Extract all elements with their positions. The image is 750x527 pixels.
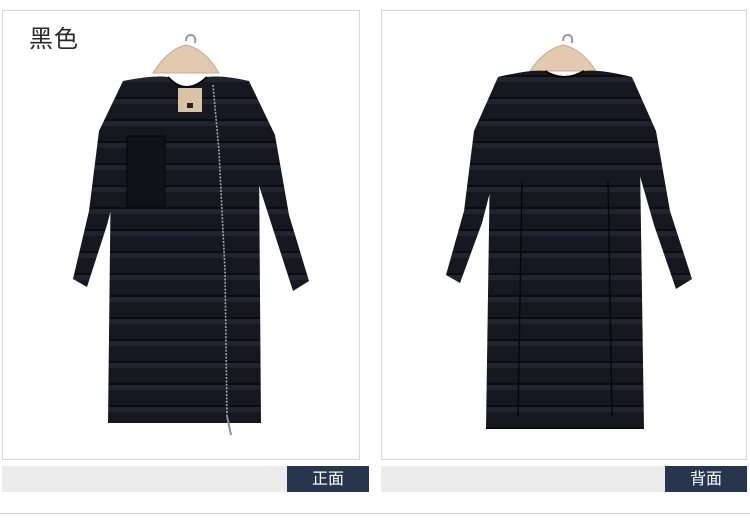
hanger-hook xyxy=(562,33,574,44)
back-view-label: 背面 xyxy=(665,466,747,492)
back-view-panel xyxy=(381,10,747,460)
hanger xyxy=(152,44,220,74)
front-view-label: 正面 xyxy=(287,466,369,492)
front-caption-bar: 正面 xyxy=(2,466,369,492)
hanger-hook xyxy=(185,33,197,44)
coat-body xyxy=(486,70,644,429)
back-coat-image xyxy=(446,33,692,429)
hanger xyxy=(529,44,597,72)
coat-body xyxy=(108,76,261,423)
brand-tag xyxy=(178,88,202,112)
chest-pocket xyxy=(126,135,166,207)
back-caption-bar: 背面 xyxy=(381,466,747,492)
front-view-panel: 黑色 xyxy=(2,10,360,460)
divider xyxy=(0,513,750,514)
front-coat-image xyxy=(73,33,309,436)
